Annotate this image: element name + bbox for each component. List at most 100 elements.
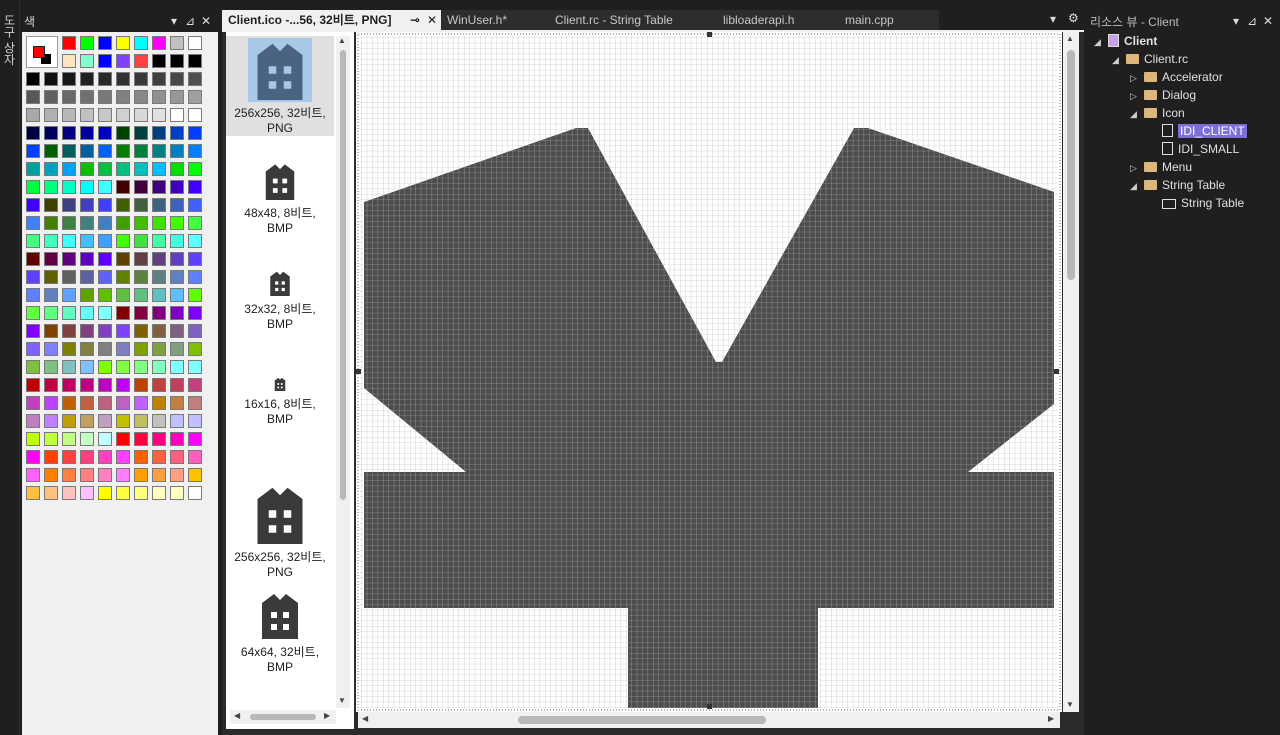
palette-swatch[interactable] xyxy=(152,180,166,194)
palette-swatch[interactable] xyxy=(62,486,76,500)
palette-swatch[interactable] xyxy=(80,36,94,50)
palette-swatch[interactable] xyxy=(62,270,76,284)
tab-libloaderapi-h[interactable]: libloaderapi.h xyxy=(717,10,839,30)
palette-swatch[interactable] xyxy=(62,36,76,50)
palette-swatch[interactable] xyxy=(62,288,76,302)
scroll-up-icon[interactable]: ▲ xyxy=(1066,34,1074,43)
current-colors[interactable] xyxy=(26,36,58,68)
palette-swatch[interactable] xyxy=(44,162,58,176)
tab-client-rc-string-table[interactable]: Client.rc - String Table xyxy=(549,10,717,30)
palette-swatch[interactable] xyxy=(44,144,58,158)
palette-swatch[interactable] xyxy=(134,414,148,428)
palette-swatch[interactable] xyxy=(188,432,202,446)
palette-swatch[interactable] xyxy=(80,144,94,158)
palette-swatch[interactable] xyxy=(98,198,112,212)
scroll-right-icon[interactable]: ▶ xyxy=(324,711,330,720)
palette-swatch[interactable] xyxy=(188,306,202,320)
tree-item[interactable]: String Table xyxy=(1148,194,1244,212)
scroll-left-icon[interactable]: ◀ xyxy=(362,714,368,723)
palette-swatch[interactable] xyxy=(80,270,94,284)
palette-swatch[interactable] xyxy=(134,234,148,248)
palette-swatch[interactable] xyxy=(152,414,166,428)
palette-swatch[interactable] xyxy=(98,306,112,320)
tab-overflow-icon[interactable]: ▾ xyxy=(1050,12,1056,26)
close-icon[interactable]: ✕ xyxy=(198,14,214,28)
palette-swatch[interactable] xyxy=(26,198,40,212)
tree-item[interactable]: ▷ Menu xyxy=(1130,158,1192,176)
palette-swatch[interactable] xyxy=(152,270,166,284)
palette-swatch[interactable] xyxy=(98,126,112,140)
palette-swatch[interactable] xyxy=(116,414,130,428)
palette-swatch[interactable] xyxy=(80,216,94,230)
palette-swatch[interactable] xyxy=(152,252,166,266)
palette-swatch[interactable] xyxy=(170,360,184,374)
palette-swatch[interactable] xyxy=(26,90,40,104)
palette-swatch[interactable] xyxy=(116,396,130,410)
expand-arrow-icon[interactable]: ▷ xyxy=(1130,159,1144,177)
palette-swatch[interactable] xyxy=(80,396,94,410)
palette-swatch[interactable] xyxy=(116,108,130,122)
palette-swatch[interactable] xyxy=(188,396,202,410)
pin-icon[interactable]: ⊿ xyxy=(182,14,198,28)
tab-main-cpp[interactable]: main.cpp xyxy=(839,10,939,30)
palette-swatch[interactable] xyxy=(170,252,184,266)
palette-swatch[interactable] xyxy=(188,360,202,374)
palette-swatch[interactable] xyxy=(26,486,40,500)
palette-swatch[interactable] xyxy=(188,126,202,140)
palette-swatch[interactable] xyxy=(44,360,58,374)
palette-swatch[interactable] xyxy=(170,450,184,464)
tab-winuser-h[interactable]: WinUser.h* xyxy=(441,10,549,30)
palette-swatch[interactable] xyxy=(98,72,112,86)
palette-swatch[interactable] xyxy=(116,324,130,338)
palette-swatch[interactable] xyxy=(134,378,148,392)
palette-swatch[interactable] xyxy=(134,126,148,140)
palette-swatch[interactable] xyxy=(134,36,148,50)
palette-swatch[interactable] xyxy=(170,90,184,104)
palette-swatch[interactable] xyxy=(116,486,130,500)
palette-swatch[interactable] xyxy=(152,198,166,212)
palette-swatch[interactable] xyxy=(98,378,112,392)
image-type-list[interactable]: 256x256, 32비트, PNG 48x48, 8비트, BMP 32x32, 8비… xyxy=(226,32,354,729)
palette-swatch[interactable] xyxy=(26,234,40,248)
palette-swatch[interactable] xyxy=(26,432,40,446)
palette-swatch[interactable] xyxy=(98,288,112,302)
expand-arrow-icon[interactable]: ◢ xyxy=(1130,177,1144,195)
palette-swatch[interactable] xyxy=(80,342,94,356)
pin-icon[interactable]: ⊿ xyxy=(1244,14,1260,28)
palette-swatch[interactable] xyxy=(134,144,148,158)
palette-swatch[interactable] xyxy=(44,324,58,338)
palette-swatch[interactable] xyxy=(98,234,112,248)
palette-swatch[interactable] xyxy=(44,270,58,284)
palette-swatch[interactable] xyxy=(116,180,130,194)
palette-swatch[interactable] xyxy=(170,216,184,230)
palette-swatch[interactable] xyxy=(152,36,166,50)
palette-swatch[interactable] xyxy=(152,216,166,230)
palette-swatch[interactable] xyxy=(44,486,58,500)
palette-swatch[interactable] xyxy=(62,468,76,482)
palette-swatch[interactable] xyxy=(62,144,76,158)
palette-swatch[interactable] xyxy=(134,468,148,482)
pixel-canvas[interactable] xyxy=(356,32,1062,712)
palette-swatch[interactable] xyxy=(134,108,148,122)
palette-swatch[interactable] xyxy=(44,468,58,482)
palette-swatch[interactable] xyxy=(116,144,130,158)
palette-swatch[interactable] xyxy=(188,270,202,284)
palette-swatch[interactable] xyxy=(44,234,58,248)
palette-swatch[interactable] xyxy=(44,378,58,392)
expand-arrow-icon[interactable]: ▷ xyxy=(1130,87,1144,105)
palette-swatch[interactable] xyxy=(152,378,166,392)
palette-swatch[interactable] xyxy=(188,378,202,392)
palette-swatch[interactable] xyxy=(26,396,40,410)
palette-swatch[interactable] xyxy=(26,342,40,356)
palette-swatch[interactable] xyxy=(80,198,94,212)
image-type-item[interactable]: 256x256, 32비트, PNG xyxy=(226,36,334,136)
palette-swatch[interactable] xyxy=(170,396,184,410)
palette-swatch[interactable] xyxy=(188,144,202,158)
palette-swatch[interactable] xyxy=(152,72,166,86)
palette-swatch[interactable] xyxy=(80,54,94,68)
palette-swatch[interactable] xyxy=(188,324,202,338)
scroll-down-icon[interactable]: ▼ xyxy=(1066,700,1074,709)
palette-swatch[interactable] xyxy=(152,324,166,338)
image-list-vscroll-thumb[interactable] xyxy=(340,50,346,500)
palette-swatch[interactable] xyxy=(26,360,40,374)
